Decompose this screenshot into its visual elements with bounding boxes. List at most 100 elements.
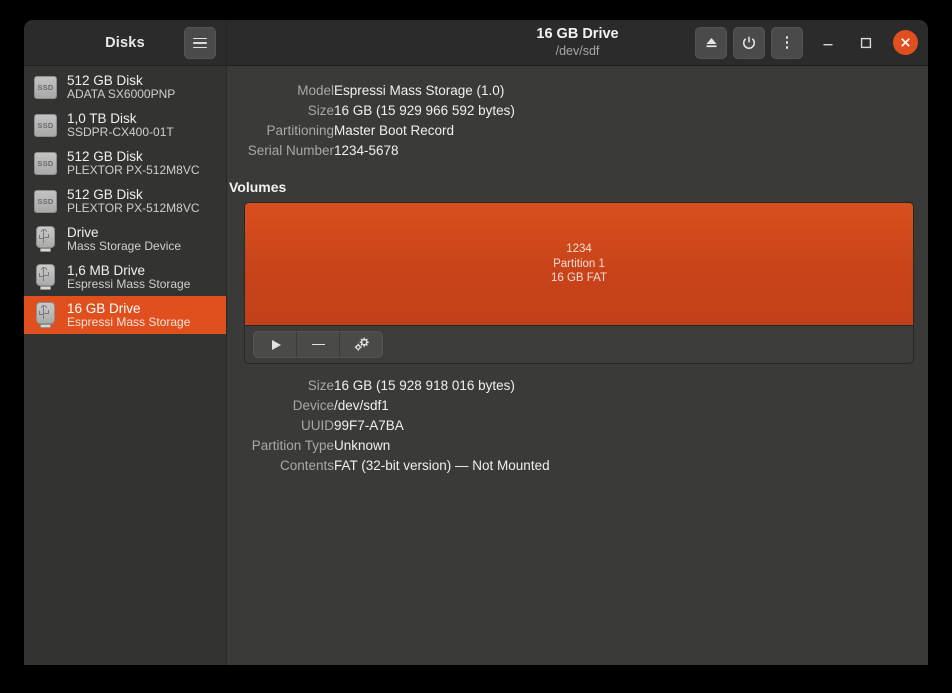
close-button[interactable] [893, 30, 918, 55]
window-body: SSD 512 GB Disk ADATA SX6000PNP SSD 1,0 … [24, 66, 928, 665]
volumes-heading: Volumes [229, 179, 287, 195]
sidebar-item-disk-5[interactable]: 1,6 MB Drive Espressi Mass Storage [24, 258, 226, 296]
partition-options-button[interactable] [340, 332, 382, 357]
usb-drive-icon [33, 263, 58, 292]
gears-icon [354, 337, 369, 351]
property-label: Partition Type [251, 437, 334, 453]
header-actions [695, 26, 920, 59]
sidebar-item-disk-4[interactable]: Drive Mass Storage Device [24, 220, 226, 258]
ssd-icon: SSD [33, 149, 58, 178]
volume-name: 1234 [566, 242, 592, 255]
power-button[interactable] [733, 26, 765, 59]
property-value: Unknown [334, 437, 391, 453]
property-label: Partitioning [266, 122, 334, 138]
header-bar: Disks 16 GB Drive /dev/sdf [24, 20, 928, 66]
sidebar-item-sub: PLEXTOR PX-512M8VC [67, 200, 200, 215]
sidebar-item-name: 16 GB Drive [67, 300, 141, 316]
sidebar-item-text: Drive Mass Storage Device [67, 225, 181, 254]
sidebar-item-sub: Mass Storage Device [67, 238, 182, 253]
property-value: 16 GB (15 929 966 592 bytes) [334, 102, 515, 118]
drive-details-pane: Model Espressi Mass Storage (1.0) Size 1… [227, 66, 928, 665]
table-row: UUID 99F7-A7BA [227, 415, 550, 435]
sidebar-item-sub: Espressi Mass Storage [67, 276, 191, 291]
volume-block-label: 1234 Partition 1 16 GB FAT [551, 242, 607, 287]
ssd-icon: SSD [33, 187, 58, 216]
table-row: Contents FAT (32-bit version) — Not Moun… [227, 455, 550, 475]
sidebar-item-text: 1,6 MB Drive Espressi Mass Storage [67, 263, 190, 292]
hamburger-icon-line [193, 42, 207, 44]
sidebar-header: Disks [24, 20, 227, 65]
sidebar-item-disk-6[interactable]: 16 GB Drive Espressi Mass Storage [24, 296, 226, 334]
volume-action-buttons [253, 331, 383, 358]
volume-block-partition-1[interactable]: 1234 Partition 1 16 GB FAT [245, 203, 913, 326]
sidebar-item-disk-2[interactable]: SSD 512 GB Disk PLEXTOR PX-512M8VC [24, 144, 226, 182]
header-main: 16 GB Drive /dev/sdf [227, 20, 928, 65]
sidebar-item-disk-3[interactable]: SSD 512 GB Disk PLEXTOR PX-512M8VC [24, 182, 226, 220]
property-value: 99F7-A7BA [334, 417, 404, 433]
ssd-icon-label: SSD [34, 151, 57, 175]
property-label: Serial Number [247, 142, 334, 158]
volume-properties-table: Size 16 GB (15 928 918 016 bytes) Device… [227, 375, 550, 475]
play-mount-icon [271, 339, 281, 350]
hamburger-icon-line [193, 37, 207, 40]
ssd-icon: SSD [33, 111, 58, 140]
property-label: UUID [301, 417, 334, 433]
ssd-icon: SSD [33, 73, 58, 102]
sidebar-item-disk-0[interactable]: SSD 512 GB Disk ADATA SX6000PNP [24, 68, 226, 106]
sidebar-item-sub: PLEXTOR PX-512M8VC [67, 162, 200, 177]
volumes-panel: 1234 Partition 1 16 GB FAT [244, 202, 914, 364]
maximize-button[interactable] [853, 30, 879, 56]
disks-window: Disks 16 GB Drive /dev/sdf SSD 512 GB Di… [24, 20, 928, 665]
sidebar-item-text: 512 GB Disk ADATA SX6000PNP [67, 73, 175, 102]
property-value: FAT (32-bit version) — Not Mounted [334, 457, 550, 473]
property-label: Device [292, 397, 334, 413]
sidebar-item-name: 512 GB Disk [67, 148, 143, 164]
table-row: Device /dev/sdf1 [227, 395, 550, 415]
table-row: Size 16 GB (15 928 918 016 bytes) [227, 375, 550, 395]
hamburger-menu-button[interactable] [184, 27, 216, 59]
usb-drive-icon [33, 225, 58, 254]
table-row: Serial Number 1234-5678 [227, 140, 515, 160]
volume-toolbar [245, 326, 913, 363]
minimize-button[interactable] [815, 30, 841, 56]
volume-partition: Partition 1 [553, 257, 605, 270]
sidebar-item-text: 512 GB Disk PLEXTOR PX-512M8VC [67, 149, 200, 178]
property-label: Size [307, 377, 334, 393]
table-row: Partition Type Unknown [227, 435, 550, 455]
sidebar-item-name: 1,0 TB Disk [67, 110, 137, 126]
usb-drive-icon [33, 301, 58, 330]
drive-properties-table: Model Espressi Mass Storage (1.0) Size 1… [227, 80, 515, 160]
sidebar-item-name: 512 GB Disk [67, 186, 143, 202]
sidebar-item-disk-1[interactable]: SSD 1,0 TB Disk SSDPR-CX400-01T [24, 106, 226, 144]
property-label: Model [297, 82, 334, 98]
ssd-icon-label: SSD [34, 113, 57, 137]
minus-unmount-icon [311, 343, 325, 346]
property-value: Master Boot Record [334, 122, 455, 138]
ssd-icon-label: SSD [34, 189, 57, 213]
more-options-icon [785, 36, 789, 49]
sidebar-item-sub: SSDPR-CX400-01T [67, 124, 174, 139]
unmount-button[interactable] [297, 332, 340, 357]
table-row: Partitioning Master Boot Record [227, 120, 515, 140]
table-row: Model Espressi Mass Storage (1.0) [227, 80, 515, 100]
sidebar-item-name: 512 GB Disk [67, 72, 143, 88]
sidebar-item-text: 1,0 TB Disk SSDPR-CX400-01T [67, 111, 174, 140]
more-options-button[interactable] [771, 26, 803, 59]
sidebar-item-text: 512 GB Disk PLEXTOR PX-512M8VC [67, 187, 200, 216]
ssd-icon-label: SSD [34, 75, 57, 99]
sidebar-item-sub: Espressi Mass Storage [67, 314, 191, 329]
sidebar-title: Disks [105, 34, 145, 51]
disks-sidebar: SSD 512 GB Disk ADATA SX6000PNP SSD 1,0 … [24, 66, 227, 665]
property-value: 1234-5678 [334, 142, 399, 158]
maximize-icon [860, 37, 872, 48]
sidebar-item-name: Drive [67, 224, 99, 240]
minimize-icon [823, 43, 833, 45]
property-label: Contents [279, 457, 334, 473]
mount-button[interactable] [254, 332, 297, 357]
hamburger-icon-line [193, 46, 207, 49]
property-value: Espressi Mass Storage (1.0) [334, 82, 505, 98]
close-icon [901, 38, 910, 47]
property-label: Size [307, 102, 334, 118]
eject-button[interactable] [695, 26, 727, 59]
eject-icon [706, 38, 716, 48]
